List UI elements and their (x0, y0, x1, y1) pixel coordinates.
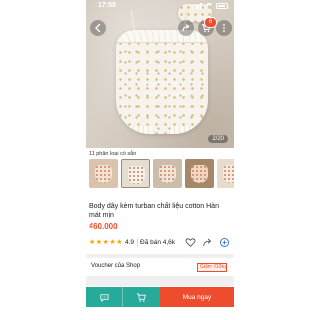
star-icon: ★ (102, 239, 109, 246)
heart-icon[interactable] (185, 237, 196, 248)
voucher-tag: Giảm ₫10k (197, 263, 227, 272)
product-title: Body dây kèm turban chất liệu cotton Hàn… (89, 203, 219, 219)
share-button[interactable] (178, 20, 194, 36)
shop-voucher-row[interactable]: Voucher của Shop Giảm ₫10k › (86, 260, 234, 274)
rating-stars: ★ ★ ★ ★ ★ (89, 238, 122, 247)
product-image-gallery[interactable]: Ha Studio Accessories 17:58 6 2/20 (86, 0, 234, 148)
back-button[interactable] (90, 20, 106, 36)
chat-icon[interactable] (219, 237, 230, 248)
variation-thumbnail[interactable] (217, 159, 234, 188)
image-counter: 2/20 (208, 135, 228, 143)
back-arrow-icon (95, 23, 101, 33)
status-time: 17:58 (98, 2, 116, 9)
chevron-right-icon: › (224, 262, 227, 271)
product-price: ₫60.000 (89, 222, 118, 231)
sold-count: Đã bán 4,6k (140, 239, 176, 246)
variation-thumbnails (89, 159, 234, 188)
signal-icon (192, 3, 202, 9)
rating-row: ★ ★ ★ ★ ★ 4.9 Đã bán 4,6k (89, 238, 231, 248)
variations-label: 11 phân loại có sẵn (89, 151, 137, 157)
rating-value: 4.9 (125, 239, 135, 246)
star-icon: ★ (95, 239, 103, 246)
variation-thumbnail[interactable] (121, 159, 150, 188)
star-icon: ★ (109, 239, 116, 246)
status-bar: 17:58 (86, 0, 234, 14)
star-icon: ★ (89, 239, 96, 246)
variation-thumbnail[interactable] (153, 159, 182, 188)
chat-icon (99, 293, 109, 302)
section-divider (86, 276, 234, 286)
cart-button[interactable]: 6 (198, 17, 217, 36)
divider (137, 238, 138, 247)
bottom-action-bar: Mua ngay (86, 287, 234, 307)
battery-icon (216, 3, 228, 9)
add-to-cart-button[interactable] (123, 287, 160, 307)
share-icon[interactable] (202, 237, 213, 248)
variation-thumbnail[interactable] (89, 159, 118, 188)
voucher-label: Voucher của Shop (91, 263, 141, 269)
image-watermark: Ha Studio Accessories (144, 80, 193, 98)
add-to-cart-icon (136, 292, 146, 302)
more-options-button[interactable] (216, 20, 232, 36)
product-page: Ha Studio Accessories 17:58 6 2/20 11 ph… (86, 0, 234, 320)
wifi-icon (205, 3, 213, 9)
section-divider (86, 254, 234, 258)
buy-now-button[interactable]: Mua ngay (160, 287, 234, 307)
share-icon (182, 24, 190, 32)
star-icon: ★ (116, 239, 123, 246)
variation-thumbnail[interactable] (185, 159, 214, 188)
more-icon (223, 24, 225, 32)
chat-button[interactable] (86, 287, 123, 307)
